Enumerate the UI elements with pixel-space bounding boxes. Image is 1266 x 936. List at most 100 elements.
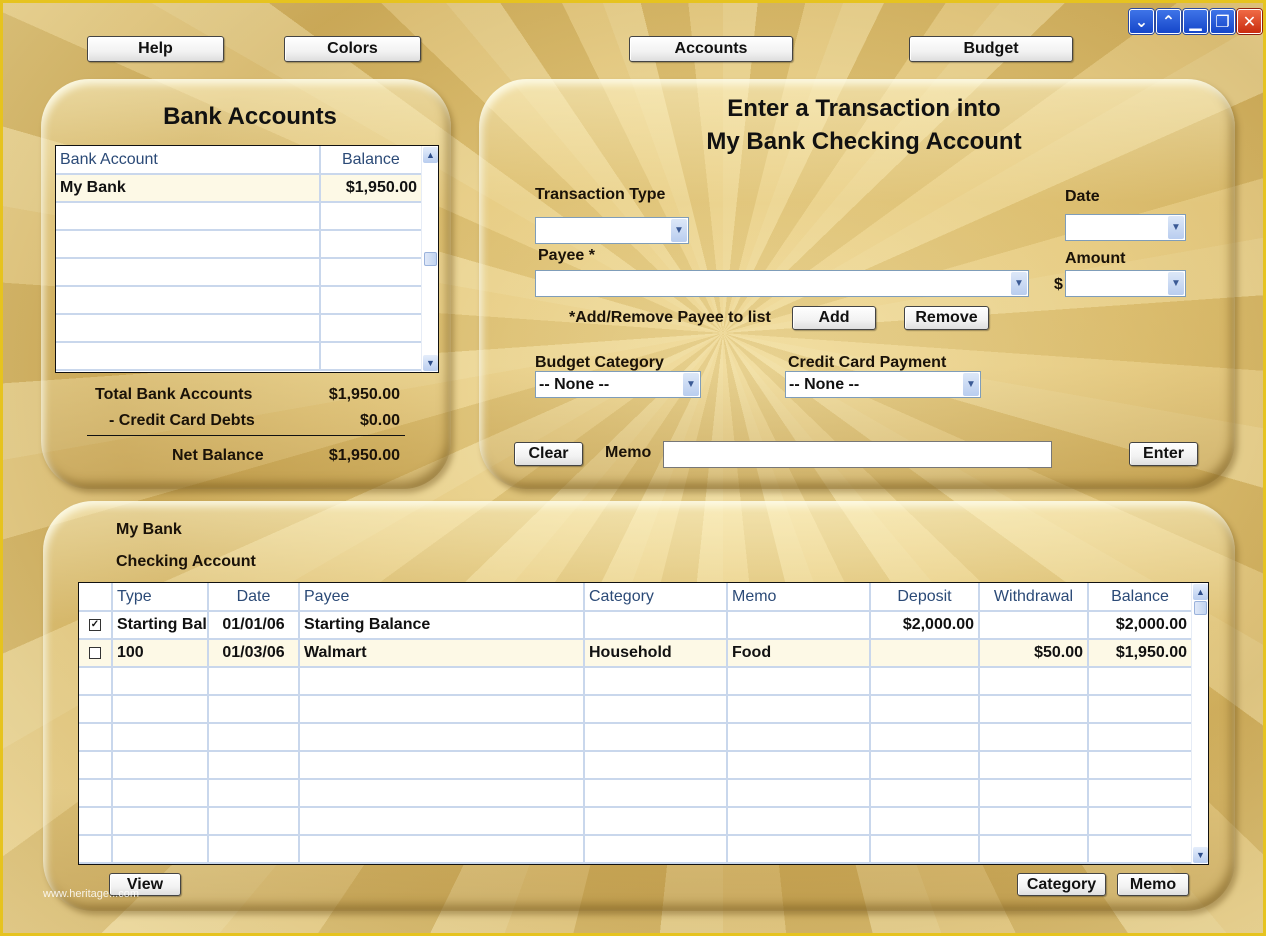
cell-date: 01/01/06 bbox=[208, 611, 300, 640]
chevron-down-icon[interactable]: ▼ bbox=[1168, 216, 1184, 239]
cell-memo bbox=[727, 611, 871, 640]
column-header-balance[interactable]: Balance bbox=[319, 146, 424, 175]
scroll-down-arrow-icon[interactable]: ▼ bbox=[1193, 847, 1208, 863]
payee-label: Payee * bbox=[538, 247, 595, 264]
table-row[interactable] bbox=[79, 695, 1193, 724]
watermark: www.heritage...com bbox=[43, 888, 139, 900]
cell-withdrawal bbox=[979, 611, 1089, 640]
cell-type: 100 bbox=[112, 639, 209, 668]
chevron-down-icon[interactable]: ▼ bbox=[963, 373, 979, 396]
scroll-down-arrow-icon[interactable]: ▼ bbox=[423, 355, 438, 371]
table-row[interactable] bbox=[56, 230, 424, 259]
column-header-bank-account[interactable]: Bank Account bbox=[56, 146, 321, 175]
scroll-thumb[interactable] bbox=[424, 252, 437, 266]
table-row[interactable] bbox=[79, 723, 1193, 752]
scroll-thumb[interactable] bbox=[1194, 601, 1207, 615]
transaction-type-select[interactable]: ▼ bbox=[535, 217, 689, 244]
register-bank-name: My Bank bbox=[116, 521, 182, 538]
table-row[interactable] bbox=[79, 779, 1193, 808]
table-row[interactable] bbox=[79, 751, 1193, 780]
amount-label: Amount bbox=[1065, 250, 1126, 267]
table-row[interactable]: 100 01/03/06 Walmart Household Food $50.… bbox=[79, 639, 1193, 668]
chevron-down-icon[interactable]: ▼ bbox=[1168, 272, 1184, 295]
table-row[interactable] bbox=[56, 314, 424, 343]
scroll-up-arrow-icon[interactable]: ▲ bbox=[1193, 584, 1208, 600]
minimize-icon[interactable]: ▁ bbox=[1183, 9, 1208, 34]
clear-button[interactable]: Clear bbox=[514, 442, 583, 466]
net-balance-value: $1,950.00 bbox=[328, 447, 400, 464]
table-row[interactable] bbox=[79, 667, 1193, 696]
column-header-deposit[interactable]: Deposit bbox=[870, 583, 980, 612]
credit-card-payment-value: -- None -- bbox=[789, 376, 860, 393]
budget-button[interactable]: Budget bbox=[909, 36, 1073, 62]
cell-balance: $2,000.00 bbox=[1088, 611, 1193, 640]
credit-card-debts-label: - Credit Card Debts bbox=[109, 412, 255, 429]
column-header-check bbox=[79, 583, 113, 612]
bank-accounts-table: Bank Account Balance My Bank $1,950.00 ▲… bbox=[55, 145, 439, 373]
date-label: Date bbox=[1065, 188, 1100, 205]
table-row[interactable] bbox=[56, 286, 424, 315]
cell-balance: $1,950.00 bbox=[1088, 639, 1193, 668]
budget-category-value: -- None -- bbox=[539, 376, 610, 393]
table-row[interactable]: ✓ Starting Bal 01/01/06 Starting Balance… bbox=[79, 611, 1193, 640]
cleared-checkbox[interactable] bbox=[89, 646, 101, 659]
restore-icon[interactable]: ❐ bbox=[1210, 9, 1235, 34]
total-bank-accounts-label: Total Bank Accounts bbox=[95, 386, 253, 403]
cleared-checkbox[interactable]: ✓ bbox=[89, 618, 101, 631]
table-row[interactable] bbox=[56, 258, 424, 287]
payee-select[interactable]: ▼ bbox=[535, 270, 1029, 297]
table-header: Bank Account Balance bbox=[56, 146, 424, 175]
scroll-up-icon[interactable]: ⌃ bbox=[1156, 9, 1181, 34]
bank-accounts-title: Bank Accounts bbox=[163, 103, 337, 130]
cell-withdrawal: $50.00 bbox=[979, 639, 1089, 668]
cell-deposit: $2,000.00 bbox=[870, 611, 980, 640]
column-header-payee[interactable]: Payee bbox=[299, 583, 585, 612]
transaction-title-line1: Enter a Transaction into bbox=[727, 95, 1001, 122]
scroll-down-icon[interactable]: ⌄ bbox=[1129, 9, 1154, 34]
date-select[interactable]: ▼ bbox=[1065, 214, 1186, 241]
cell-deposit bbox=[870, 639, 980, 668]
memo-button[interactable]: Memo bbox=[1117, 873, 1189, 896]
close-icon[interactable]: ✕ bbox=[1237, 9, 1262, 34]
chevron-down-icon[interactable]: ▼ bbox=[1011, 272, 1027, 295]
column-header-category[interactable]: Category bbox=[584, 583, 728, 612]
amount-select[interactable]: ▼ bbox=[1065, 270, 1186, 297]
credit-card-debts-value: $0.00 bbox=[359, 412, 400, 429]
table-row[interactable] bbox=[79, 835, 1193, 864]
credit-card-payment-select[interactable]: -- None -- ▼ bbox=[785, 371, 981, 398]
column-header-type[interactable]: Type bbox=[112, 583, 209, 612]
accounts-button[interactable]: Accounts bbox=[629, 36, 793, 62]
transaction-type-label: Transaction Type bbox=[535, 186, 666, 203]
chevron-down-icon[interactable]: ▼ bbox=[683, 373, 699, 396]
cell-category bbox=[584, 611, 728, 640]
table-row[interactable] bbox=[79, 807, 1193, 836]
column-header-withdrawal[interactable]: Withdrawal bbox=[979, 583, 1089, 612]
remove-payee-button[interactable]: Remove bbox=[904, 306, 989, 330]
column-header-date[interactable]: Date bbox=[208, 583, 300, 612]
currency-symbol: $ bbox=[1054, 276, 1063, 293]
budget-category-select[interactable]: -- None -- ▼ bbox=[535, 371, 701, 398]
category-button[interactable]: Category bbox=[1017, 873, 1106, 896]
cell-category: Household bbox=[584, 639, 728, 668]
scroll-up-arrow-icon[interactable]: ▲ bbox=[423, 147, 438, 163]
table-row[interactable] bbox=[56, 202, 424, 231]
help-button[interactable]: Help bbox=[87, 36, 224, 62]
chevron-down-icon[interactable]: ▼ bbox=[671, 219, 687, 242]
table-row[interactable]: My Bank $1,950.00 bbox=[56, 174, 424, 203]
memo-label: Memo bbox=[605, 444, 652, 461]
cell-type: Starting Bal bbox=[112, 611, 209, 640]
add-payee-button[interactable]: Add bbox=[792, 306, 876, 330]
column-header-balance[interactable]: Balance bbox=[1088, 583, 1193, 612]
vertical-scrollbar[interactable]: ▲ ▼ bbox=[421, 146, 438, 372]
account-name: My Bank bbox=[56, 174, 321, 203]
cell-payee: Walmart bbox=[299, 639, 585, 668]
total-bank-accounts-value: $1,950.00 bbox=[328, 386, 400, 403]
memo-input[interactable] bbox=[663, 441, 1052, 468]
register-table: Type Date Payee Category Memo Deposit Wi… bbox=[78, 582, 1209, 865]
register-vertical-scrollbar[interactable]: ▲ ▼ bbox=[1191, 583, 1208, 864]
colors-button[interactable]: Colors bbox=[284, 36, 421, 62]
transaction-title-line2: My Bank Checking Account bbox=[706, 128, 1022, 155]
table-row[interactable] bbox=[56, 342, 424, 371]
enter-button[interactable]: Enter bbox=[1129, 442, 1198, 466]
column-header-memo[interactable]: Memo bbox=[727, 583, 871, 612]
